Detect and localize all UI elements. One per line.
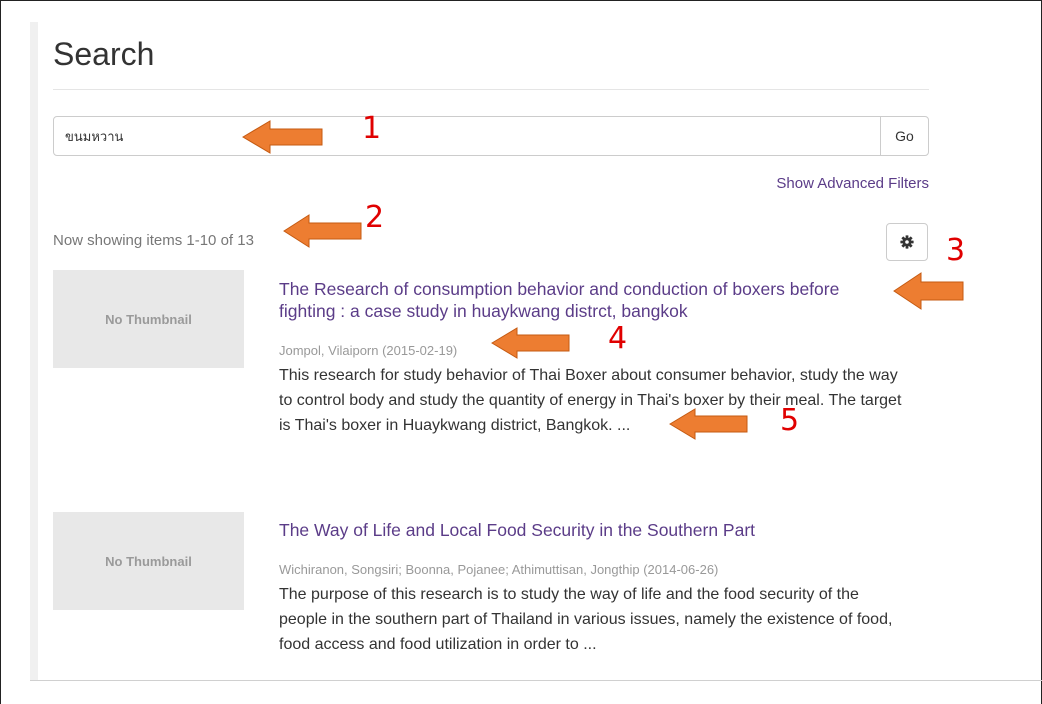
result-title-link[interactable]: The Research of consumption behavior and…: [279, 278, 929, 322]
bottom-divider: [30, 680, 1042, 681]
abstract-line: to control body and study the quantity o…: [279, 392, 902, 409]
frame-border-top: [0, 0, 1042, 1]
annotation-number-2: 2: [365, 200, 385, 235]
result-title-line: The Research of consumption behavior and…: [279, 279, 840, 299]
annotation-arrow-3: [893, 272, 964, 310]
abstract-line: food access and food utilization in orde…: [279, 636, 597, 653]
result-thumbnail[interactable]: No Thumbnail: [53, 270, 244, 368]
annotation-arrow-5: [669, 408, 748, 440]
annotation-number-4: 4: [608, 321, 628, 356]
frame-border-left: [0, 0, 1, 704]
search-bar: Go: [53, 116, 929, 156]
gear-icon: [900, 235, 914, 249]
result-authors: Wichiranon, Songsiri; Boonna, Pojanee; A…: [279, 562, 719, 577]
annotation-arrow-2: [283, 214, 362, 248]
result-title-link[interactable]: The Way of Life and Local Food Security …: [279, 519, 929, 541]
results-count: Now showing items 1-10 of 13: [53, 232, 254, 249]
result-title-line: The Way of Life and Local Food Security …: [279, 520, 756, 540]
abstract-line: is Thai's boxer in Huaykwang district, B…: [279, 417, 631, 434]
annotation-number-5: 5: [780, 403, 800, 438]
settings-button[interactable]: [886, 223, 928, 261]
result-abstract: The purpose of this research is to study…: [279, 582, 939, 657]
search-input[interactable]: [53, 116, 881, 156]
annotation-arrow-1: [242, 120, 323, 154]
left-gutter: [30, 22, 38, 680]
page-title: Search: [53, 36, 155, 72]
annotation-number-3: 3: [946, 233, 966, 268]
result-abstract: This research for study behavior of Thai…: [279, 363, 939, 438]
abstract-line: This research for study behavior of Thai…: [279, 367, 898, 384]
result-title-line: fighting : a case study in huaykwang dis…: [279, 301, 688, 321]
abstract-line: people in the southern part of Thailand …: [279, 611, 893, 628]
go-button[interactable]: Go: [880, 116, 929, 156]
title-divider: [53, 89, 929, 90]
abstract-line: The purpose of this research is to study…: [279, 586, 859, 603]
annotation-arrow-4: [491, 327, 570, 359]
result-thumbnail[interactable]: No Thumbnail: [53, 512, 244, 610]
show-advanced-filters-link[interactable]: Show Advanced Filters: [776, 175, 929, 192]
result-authors: Jompol, Vilaiporn (2015-02-19): [279, 343, 458, 358]
annotation-number-1: 1: [362, 111, 382, 146]
